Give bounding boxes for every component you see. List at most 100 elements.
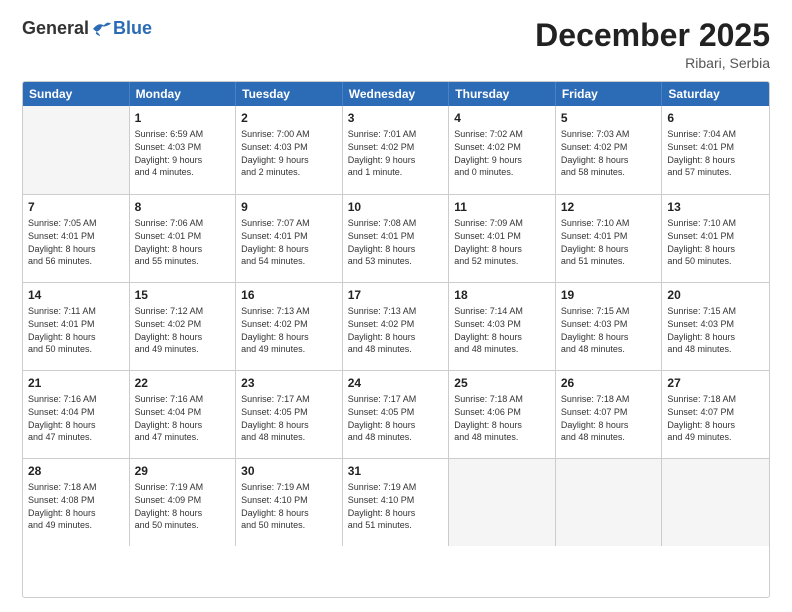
cell-info: Sunrise: 7:10 AM Sunset: 4:01 PM Dayligh… <box>667 217 764 267</box>
day-number: 28 <box>28 463 124 479</box>
day-number: 24 <box>348 375 444 391</box>
weekday-header-monday: Monday <box>130 82 237 106</box>
calendar-cell-r1-c5: 12Sunrise: 7:10 AM Sunset: 4:01 PM Dayli… <box>556 195 663 282</box>
calendar-cell-r3-c4: 25 Sunrise: 7:18 AM Sunset: 4:06 PM Dayli… <box>449 371 556 458</box>
day-number: 5 <box>561 110 657 126</box>
calendar-cell-r4-c6 <box>662 459 769 546</box>
cell-info: Sunrise: 7:06 AM Sunset: 4:01 PM Dayligh… <box>135 217 231 267</box>
calendar-cell-r1-c6: 13 Sunrise: 7:10 AM Sunset: 4:01 PM Dayli… <box>662 195 769 282</box>
day-number: 12 <box>561 199 657 215</box>
weekday-header-sunday: Sunday <box>23 82 130 106</box>
day-number: 6 <box>667 110 764 126</box>
cell-info: Sunrise: 7:03 AM Sunset: 4:02 PM Dayligh… <box>561 128 657 178</box>
calendar-cell-r0-c5: 5 Sunrise: 7:03 AM Sunset: 4:02 PM Daylig… <box>556 106 663 194</box>
cell-info: Sunrise: 7:19 AM Sunset: 4:09 PM Dayligh… <box>135 481 231 531</box>
cell-info: Sunrise: 7:18 AM Sunset: 4:07 PM Dayligh… <box>561 393 657 443</box>
logo-blue: Blue <box>113 18 152 39</box>
calendar-cell-r0-c0 <box>23 106 130 194</box>
calendar-cell-r2-c5: 19 Sunrise: 7:15 AM Sunset: 4:03 PM Dayli… <box>556 283 663 370</box>
weekday-header-friday: Friday <box>556 82 663 106</box>
calendar-cell-r4-c1: 29 Sunrise: 7:19 AM Sunset: 4:09 PM Dayli… <box>130 459 237 546</box>
cell-info: Sunrise: 7:14 AM Sunset: 4:03 PM Dayligh… <box>454 305 550 355</box>
day-number: 3 <box>348 110 444 126</box>
day-number: 15 <box>135 287 231 303</box>
cell-info: Sunrise: 7:16 AM Sunset: 4:04 PM Dayligh… <box>28 393 124 443</box>
day-number: 8 <box>135 199 231 215</box>
calendar-cell-r4-c3: 31Sunrise: 7:19 AM Sunset: 4:10 PM Dayli… <box>343 459 450 546</box>
day-number: 13 <box>667 199 764 215</box>
calendar-cell-r3-c0: 21 Sunrise: 7:16 AM Sunset: 4:04 PM Dayli… <box>23 371 130 458</box>
day-number: 2 <box>241 110 337 126</box>
calendar-cell-r3-c2: 23Sunrise: 7:17 AM Sunset: 4:05 PM Dayli… <box>236 371 343 458</box>
calendar-row-1: 7 Sunrise: 7:05 AM Sunset: 4:01 PM Daylig… <box>23 194 769 282</box>
calendar-cell-r1-c4: 11 Sunrise: 7:09 AM Sunset: 4:01 PM Dayli… <box>449 195 556 282</box>
calendar-cell-r2-c3: 17 Sunrise: 7:13 AM Sunset: 4:02 PM Dayli… <box>343 283 450 370</box>
calendar-row-4: 28 Sunrise: 7:18 AM Sunset: 4:08 PM Dayli… <box>23 458 769 546</box>
cell-info: Sunrise: 7:13 AM Sunset: 4:02 PM Dayligh… <box>241 305 337 355</box>
day-number: 9 <box>241 199 337 215</box>
cell-info: Sunrise: 7:09 AM Sunset: 4:01 PM Dayligh… <box>454 217 550 267</box>
month-title: December 2025 <box>535 18 770 53</box>
day-number: 21 <box>28 375 124 391</box>
calendar-row-0: 1Sunrise: 6:59 AM Sunset: 4:03 PM Daylig… <box>23 106 769 194</box>
calendar-cell-r0-c3: 3 Sunrise: 7:01 AM Sunset: 4:02 PM Daylig… <box>343 106 450 194</box>
cell-info: Sunrise: 7:04 AM Sunset: 4:01 PM Dayligh… <box>667 128 764 178</box>
day-number: 31 <box>348 463 444 479</box>
day-number: 27 <box>667 375 764 391</box>
cell-info: Sunrise: 7:15 AM Sunset: 4:03 PM Dayligh… <box>561 305 657 355</box>
day-number: 14 <box>28 287 124 303</box>
cell-info: Sunrise: 7:01 AM Sunset: 4:02 PM Dayligh… <box>348 128 444 178</box>
calendar-cell-r2-c0: 14Sunrise: 7:11 AM Sunset: 4:01 PM Dayli… <box>23 283 130 370</box>
cell-info: Sunrise: 7:17 AM Sunset: 4:05 PM Dayligh… <box>241 393 337 443</box>
calendar-cell-r1-c2: 9 Sunrise: 7:07 AM Sunset: 4:01 PM Daylig… <box>236 195 343 282</box>
calendar-cell-r1-c1: 8 Sunrise: 7:06 AM Sunset: 4:01 PM Daylig… <box>130 195 237 282</box>
day-number: 30 <box>241 463 337 479</box>
logo-bird-icon <box>91 20 113 38</box>
calendar-cell-r2-c1: 15Sunrise: 7:12 AM Sunset: 4:02 PM Dayli… <box>130 283 237 370</box>
calendar-cell-r4-c4 <box>449 459 556 546</box>
calendar-cell-r0-c2: 2 Sunrise: 7:00 AM Sunset: 4:03 PM Daylig… <box>236 106 343 194</box>
calendar-cell-r0-c6: 6 Sunrise: 7:04 AM Sunset: 4:01 PM Daylig… <box>662 106 769 194</box>
day-number: 4 <box>454 110 550 126</box>
header: General Blue December 2025 Ribari, Serbi… <box>22 18 770 71</box>
weekday-header-thursday: Thursday <box>449 82 556 106</box>
day-number: 22 <box>135 375 231 391</box>
calendar-body: 1Sunrise: 6:59 AM Sunset: 4:03 PM Daylig… <box>23 106 769 546</box>
day-number: 25 <box>454 375 550 391</box>
cell-info: Sunrise: 7:07 AM Sunset: 4:01 PM Dayligh… <box>241 217 337 267</box>
day-number: 20 <box>667 287 764 303</box>
calendar-cell-r0-c4: 4Sunrise: 7:02 AM Sunset: 4:02 PM Daylig… <box>449 106 556 194</box>
cell-info: Sunrise: 7:18 AM Sunset: 4:06 PM Dayligh… <box>454 393 550 443</box>
calendar-cell-r4-c5 <box>556 459 663 546</box>
cell-info: Sunrise: 7:08 AM Sunset: 4:01 PM Dayligh… <box>348 217 444 267</box>
cell-info: Sunrise: 7:00 AM Sunset: 4:03 PM Dayligh… <box>241 128 337 178</box>
calendar-cell-r4-c0: 28 Sunrise: 7:18 AM Sunset: 4:08 PM Dayli… <box>23 459 130 546</box>
calendar-cell-r4-c2: 30 Sunrise: 7:19 AM Sunset: 4:10 PM Dayli… <box>236 459 343 546</box>
calendar-cell-r2-c6: 20 Sunrise: 7:15 AM Sunset: 4:03 PM Dayli… <box>662 283 769 370</box>
cell-info: Sunrise: 7:15 AM Sunset: 4:03 PM Dayligh… <box>667 305 764 355</box>
day-number: 29 <box>135 463 231 479</box>
logo-text: General Blue <box>22 18 152 39</box>
calendar-cell-r1-c0: 7 Sunrise: 7:05 AM Sunset: 4:01 PM Daylig… <box>23 195 130 282</box>
calendar: SundayMondayTuesdayWednesdayThursdayFrid… <box>22 81 770 598</box>
calendar-cell-r3-c6: 27 Sunrise: 7:18 AM Sunset: 4:07 PM Dayli… <box>662 371 769 458</box>
day-number: 7 <box>28 199 124 215</box>
weekday-header-saturday: Saturday <box>662 82 769 106</box>
cell-info: Sunrise: 7:19 AM Sunset: 4:10 PM Dayligh… <box>241 481 337 531</box>
calendar-cell-r3-c3: 24 Sunrise: 7:17 AM Sunset: 4:05 PM Dayli… <box>343 371 450 458</box>
cell-info: Sunrise: 7:13 AM Sunset: 4:02 PM Dayligh… <box>348 305 444 355</box>
calendar-row-3: 21 Sunrise: 7:16 AM Sunset: 4:04 PM Dayli… <box>23 370 769 458</box>
day-number: 11 <box>454 199 550 215</box>
day-number: 19 <box>561 287 657 303</box>
day-number: 17 <box>348 287 444 303</box>
cell-info: Sunrise: 7:05 AM Sunset: 4:01 PM Dayligh… <box>28 217 124 267</box>
weekday-header-wednesday: Wednesday <box>343 82 450 106</box>
cell-info: Sunrise: 7:18 AM Sunset: 4:08 PM Dayligh… <box>28 481 124 531</box>
calendar-cell-r1-c3: 10Sunrise: 7:08 AM Sunset: 4:01 PM Dayli… <box>343 195 450 282</box>
logo: General Blue <box>22 18 152 39</box>
cell-info: Sunrise: 7:17 AM Sunset: 4:05 PM Dayligh… <box>348 393 444 443</box>
cell-info: Sunrise: 7:18 AM Sunset: 4:07 PM Dayligh… <box>667 393 764 443</box>
calendar-cell-r0-c1: 1Sunrise: 6:59 AM Sunset: 4:03 PM Daylig… <box>130 106 237 194</box>
day-number: 18 <box>454 287 550 303</box>
cell-info: Sunrise: 7:16 AM Sunset: 4:04 PM Dayligh… <box>135 393 231 443</box>
